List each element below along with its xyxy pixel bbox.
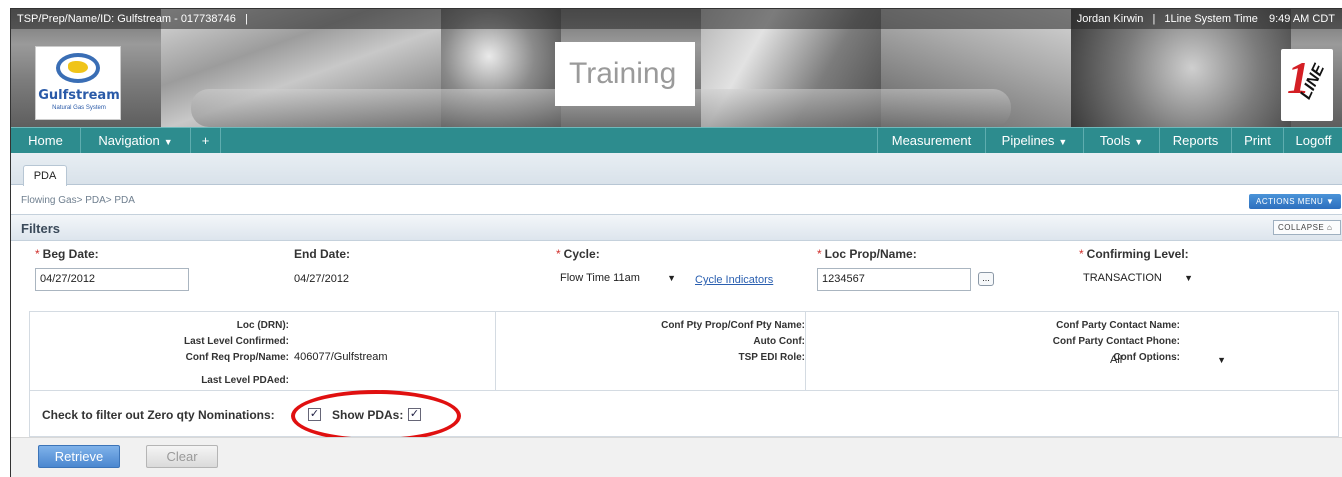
oneline-logo: 1 LINE: [1281, 49, 1333, 121]
chevron-down-icon: ▼: [1134, 137, 1144, 147]
nav-print-label: Print: [1244, 133, 1271, 148]
info-column-middle: Conf Pty Prop/Conf Pty Name: Auto Conf: …: [496, 312, 806, 390]
action-button-row: Retrieve Clear: [11, 437, 1342, 477]
logo-florida-icon: [68, 61, 88, 73]
nav-navigation[interactable]: Navigation ▼: [81, 128, 191, 154]
info-column-right: Conf Party Contact Name: Conf Party Cont…: [806, 312, 1338, 390]
beg-date-input[interactable]: 04/27/2012: [35, 268, 189, 291]
clear-button[interactable]: Clear: [146, 445, 218, 468]
environment-label: Training: [555, 42, 695, 106]
actions-menu-button[interactable]: ACTIONS MENU ▼: [1249, 194, 1341, 209]
highlight-circle-annotation: [291, 390, 461, 442]
loc-prop-label-text: Loc Prop/Name:: [824, 247, 917, 261]
nav-print[interactable]: Print: [1231, 128, 1283, 154]
plus-icon: +: [201, 133, 210, 148]
app-window: TSP/Prep/Name/ID: Gulfstream - 017738746…: [10, 8, 1342, 477]
confirming-level-value: TRANSACTION: [1083, 272, 1162, 284]
user-name: Jordan Kirwin: [1076, 13, 1144, 25]
conf-req-label: Conf Req Prop/Name:: [185, 352, 289, 363]
nav-home[interactable]: Home: [11, 128, 81, 154]
confirming-level-label-text: Confirming Level:: [1086, 247, 1189, 261]
nav-pipelines[interactable]: Pipelines ▼: [985, 128, 1083, 154]
cycle-indicators-link[interactable]: Cycle Indicators: [695, 274, 773, 286]
conf-req-value: 406077/Gulfstream: [294, 351, 388, 363]
gulfstream-logo: Gulfstream Natural Gas System: [35, 46, 121, 120]
last-level-pdaed-label: Last Level PDAed:: [201, 375, 289, 386]
auto-conf-label: Auto Conf:: [753, 336, 805, 347]
tab-strip: PDA: [11, 153, 1342, 186]
confirming-level-label: * Confirming Level:: [1079, 247, 1189, 261]
tsp-id-text: TSP/Prep/Name/ID: Gulfstream - 017738746…: [17, 13, 254, 25]
nav-measurement[interactable]: Measurement: [877, 128, 985, 154]
nav-navigation-label: Navigation: [98, 133, 160, 148]
nomination-info: Loc (DRN): Last Level Confirmed: Conf Re…: [29, 311, 1339, 391]
required-mark: *: [35, 247, 40, 261]
nav-home-label: Home: [28, 133, 63, 148]
zero-qty-filter-label: Check to filter out Zero qty Nominations…: [42, 408, 275, 422]
required-mark: *: [817, 247, 822, 261]
chevron-down-icon: ▼: [1058, 137, 1068, 147]
nav-tools-label: Tools: [1099, 133, 1131, 148]
info-column-left: Loc (DRN): Last Level Confirmed: Conf Re…: [30, 312, 496, 390]
tsp-id-label: TSP/Prep/Name/ID: Gulfstream - 017738746: [17, 13, 236, 25]
conf-pty-prop-label: Conf Pty Prop/Conf Pty Name:: [661, 320, 805, 331]
header-banner: TSP/Prep/Name/ID: Gulfstream - 017738746…: [11, 9, 1342, 127]
nav-logoff[interactable]: Logoff: [1283, 128, 1342, 154]
beg-date-label-text: Beg Date:: [42, 247, 99, 261]
nav-logoff-label: Logoff: [1295, 133, 1332, 148]
separator: |: [244, 13, 248, 25]
collapse-button[interactable]: COLLAPSE ⌂: [1273, 220, 1341, 235]
cycle-label-text: Cycle:: [563, 247, 600, 261]
nav-pipelines-label: Pipelines: [1001, 133, 1055, 148]
loc-lookup-button[interactable]: ...: [978, 272, 994, 286]
required-mark: *: [556, 247, 561, 261]
conf-party-contact-name-label: Conf Party Contact Name:: [1056, 320, 1180, 331]
loc-prop-input[interactable]: 1234567: [817, 268, 971, 291]
loc-drn-label: Loc (DRN):: [236, 320, 289, 331]
user-info: Jordan Kirwin | 1Line System Time 9:49 A…: [1077, 13, 1335, 25]
end-date-value: 04/27/2012: [294, 273, 350, 285]
system-time-label: 1Line System Time: [1164, 13, 1258, 25]
logo-subtitle: Natural Gas System: [52, 105, 106, 111]
nav-reports-label: Reports: [1172, 133, 1219, 148]
loc-prop-label: * Loc Prop/Name:: [817, 247, 917, 261]
breadcrumb: Flowing Gas> PDA> PDA: [21, 195, 135, 206]
conf-options-select[interactable]: All ▼: [1106, 350, 1232, 373]
main-nav: Home Navigation ▼ + Measurement Pipelines…: [11, 127, 1342, 154]
required-mark: *: [1079, 247, 1084, 261]
chevron-down-icon: ▼: [1217, 355, 1226, 365]
system-time-value: 9:49 AM CDT: [1268, 13, 1335, 25]
tab-pda[interactable]: PDA: [23, 165, 67, 186]
filter-fields: * Beg Date: 04/27/2012 End Date: 04/27/20…: [29, 241, 1339, 311]
retrieve-button[interactable]: Retrieve: [38, 445, 120, 468]
tab-pda-label: PDA: [33, 170, 57, 182]
chevron-down-icon: ▼: [163, 137, 173, 147]
conf-party-contact-phone-label: Conf Party Contact Phone:: [1052, 336, 1180, 347]
separator: |: [1152, 13, 1156, 25]
conf-options-value: All: [1110, 354, 1123, 366]
last-level-confirmed-label: Last Level Confirmed:: [183, 336, 289, 347]
logo-name: Gulfstream: [38, 88, 120, 103]
tsp-edi-role-label: TSP EDI Role:: [738, 352, 806, 363]
chevron-down-icon: ▼: [1184, 273, 1193, 283]
nav-add-tab[interactable]: +: [191, 128, 221, 154]
confirming-level-select[interactable]: TRANSACTION ▼: [1079, 268, 1199, 291]
top-info-bar: TSP/Prep/Name/ID: Gulfstream - 017738746…: [11, 9, 1342, 29]
beg-date-label: * Beg Date:: [35, 247, 99, 261]
cycle-select-value: Flow Time 11am: [560, 272, 640, 284]
cycle-label: * Cycle:: [556, 247, 600, 261]
nav-tools[interactable]: Tools ▼: [1083, 128, 1159, 154]
cycle-select[interactable]: Flow Time 11am ▼: [556, 268, 682, 291]
end-date-label: End Date:: [294, 247, 351, 261]
filters-header: Filters COLLAPSE ⌂: [11, 214, 1342, 241]
filters-title: Filters: [21, 221, 61, 236]
nav-reports[interactable]: Reports: [1159, 128, 1231, 154]
filter-options-row: Check to filter out Zero qty Nominations…: [29, 391, 1339, 437]
nav-measurement-label: Measurement: [891, 133, 972, 148]
chevron-down-icon: ▼: [667, 273, 676, 283]
